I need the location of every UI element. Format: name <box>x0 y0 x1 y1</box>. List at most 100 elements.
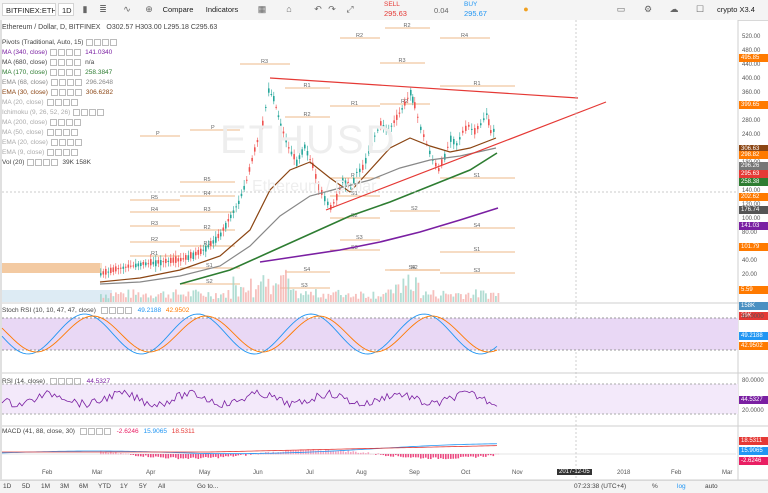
volume-bar <box>235 285 237 302</box>
add-compare-icon[interactable]: ⊕ <box>143 3 155 16</box>
volume-bar <box>303 295 305 302</box>
legend-buttons[interactable] <box>47 98 79 107</box>
buy-label: BUY <box>464 1 477 8</box>
legend-buttons[interactable] <box>50 48 82 57</box>
candle-body <box>462 131 464 133</box>
legend-buttons[interactable] <box>86 38 118 47</box>
macd-histogram-bar <box>170 454 172 457</box>
layout-icon[interactable]: ☐ <box>693 3 707 16</box>
chart-canvas[interactable]: R2R4R2R3R1R3R1R2R1R2PPS1S2S3S4R5R4R3R2R1… <box>0 20 768 488</box>
candle-body <box>155 260 157 266</box>
interval-selector[interactable]: 1D <box>58 3 74 16</box>
clock: 07:23:38 (UTC+4) <box>574 482 626 492</box>
macd-histogram-bar <box>210 454 212 458</box>
legend-buttons[interactable] <box>50 58 82 67</box>
volume-bar <box>143 295 145 302</box>
alert-icon[interactable]: ⌂ <box>283 3 295 16</box>
range-button[interactable]: YTD <box>98 482 111 492</box>
auto-toggle[interactable]: auto <box>705 482 718 492</box>
chart-type-icon[interactable]: ∿ <box>121 3 133 16</box>
volume-bar <box>225 298 227 302</box>
volume-bar <box>305 291 307 302</box>
macd-histogram-bar <box>103 452 105 454</box>
settings-icon[interactable]: ⚙ <box>641 3 655 16</box>
legend-buttons[interactable] <box>51 138 83 147</box>
legend-row: MA (340, close)141.0340 <box>2 48 112 57</box>
candle-body <box>468 125 470 127</box>
macd-histogram-bar <box>385 454 387 456</box>
percent-toggle[interactable]: % <box>652 482 658 492</box>
cloud-save-icon[interactable]: ☁ <box>667 3 681 16</box>
redo-icon[interactable]: ↷ <box>327 3 337 16</box>
macd-histogram-bar <box>158 454 160 457</box>
compare-button[interactable]: Compare <box>159 3 197 16</box>
time-tick-label: Mar <box>92 470 102 476</box>
candle-body <box>235 206 237 207</box>
range-button[interactable]: 3M <box>60 482 69 492</box>
candle-body <box>362 165 364 170</box>
macd-histogram-bar <box>458 454 460 458</box>
macd-histogram-bar <box>433 454 435 457</box>
range-button[interactable]: 1D <box>3 482 11 492</box>
legend-buttons[interactable] <box>50 68 82 77</box>
legend-row: Vol (20)39K 158K <box>2 158 91 167</box>
legend-buttons[interactable] <box>47 128 79 137</box>
candle-body <box>193 253 195 259</box>
layout-name[interactable]: crypto X3.4 <box>714 3 766 16</box>
screenshot-icon[interactable]: ▭ <box>614 3 628 16</box>
range-button[interactable]: 5Y <box>139 482 147 492</box>
undo-icon[interactable]: ↶ <box>313 3 323 16</box>
legend-buttons[interactable] <box>73 108 105 117</box>
range-button[interactable]: 6M <box>79 482 88 492</box>
range-button[interactable]: 5D <box>22 482 30 492</box>
candle-body <box>271 94 273 95</box>
candle-body <box>420 127 422 130</box>
price-tick-label: 40.00 <box>742 258 757 264</box>
rsi-tick-label: 80.0000 <box>742 378 764 384</box>
legend-buttons[interactable] <box>47 148 79 157</box>
log-toggle[interactable]: log <box>677 482 686 492</box>
range-button[interactable]: 1M <box>41 482 50 492</box>
volume-bar <box>453 297 455 302</box>
volume-bar <box>220 294 222 302</box>
goto-date-button[interactable]: Go to... <box>197 482 218 492</box>
volume-bar <box>358 299 360 302</box>
macd-histogram-bar <box>445 454 447 459</box>
sell-label: SELL <box>384 1 400 8</box>
sell-button[interactable]: SELL 295.63 <box>372 0 424 20</box>
legend-buttons[interactable] <box>27 158 59 167</box>
volume-bar <box>230 299 232 302</box>
fullscreen-icon[interactable]: ⤢ <box>344 3 356 16</box>
range-button[interactable]: All <box>158 482 165 492</box>
volume-bar <box>350 297 352 302</box>
range-button[interactable]: 1Y <box>120 482 128 492</box>
chart-header: Ethereum / Dollar, D, BITFINEX O302.57 H… <box>2 23 217 32</box>
legend-name: EMA (9, close) <box>2 149 44 156</box>
legend-buttons[interactable] <box>51 78 83 87</box>
macd-histogram-bar <box>165 454 167 458</box>
candle-body <box>123 267 125 269</box>
volume-bar <box>420 298 422 302</box>
macd-histogram-bar <box>113 453 115 455</box>
macd-histogram-bar <box>360 453 362 454</box>
volume-bar <box>180 295 182 302</box>
candle-style-icon[interactable]: ≣ <box>97 3 109 16</box>
coin-icon[interactable]: ● <box>520 3 532 16</box>
legend-row: MA (50, close) <box>2 128 79 137</box>
candle-body <box>145 262 147 265</box>
stoch-tag: 42.9502 <box>739 342 768 350</box>
buy-button[interactable]: BUY 295.67 <box>460 0 512 20</box>
candle-body <box>208 245 210 247</box>
indicators-button[interactable]: Indicators <box>200 3 244 16</box>
legend-name: MA (200, close) <box>2 119 47 126</box>
symbol-search-input[interactable]: BITFINEX:ETHU <box>2 3 56 16</box>
volume-bar <box>255 289 257 302</box>
candle-body <box>459 137 461 139</box>
bar-style-icon[interactable]: ▮ <box>79 3 91 16</box>
legend-name: Vol (20) <box>2 159 24 166</box>
legend-buttons[interactable] <box>51 88 83 97</box>
candle-body <box>483 118 485 120</box>
templates-icon[interactable]: ▦ <box>256 3 268 16</box>
legend-buttons[interactable] <box>50 118 82 127</box>
time-tick-label: Jun <box>253 470 263 476</box>
